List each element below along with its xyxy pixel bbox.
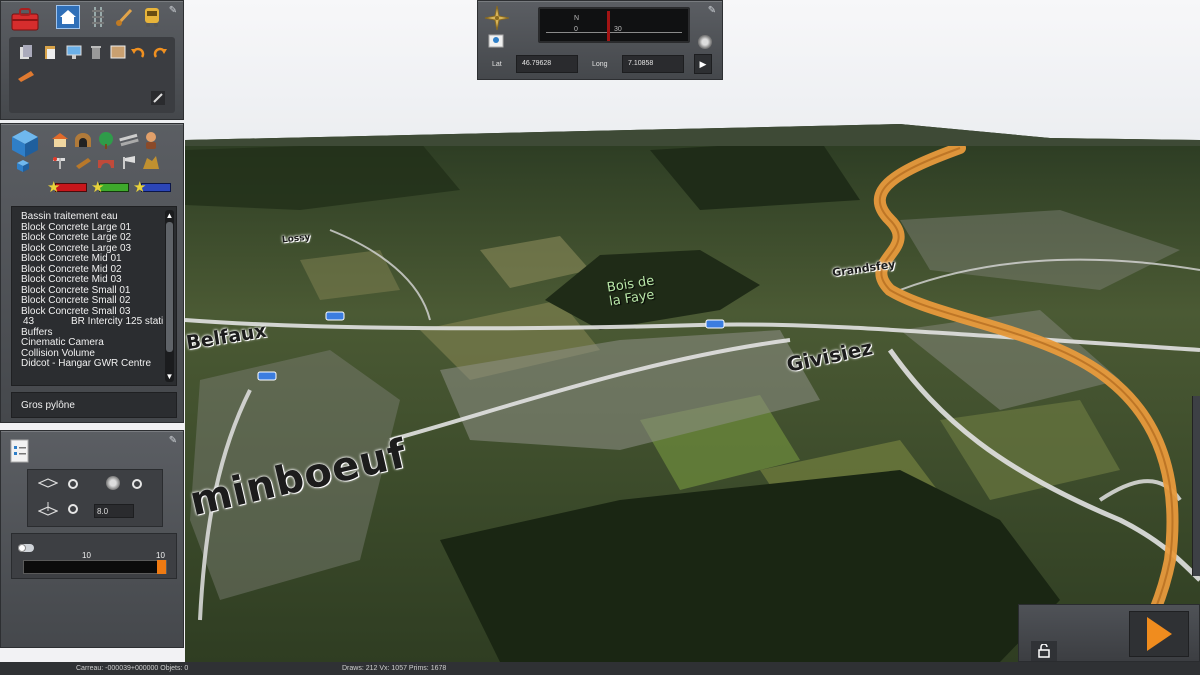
edit-tools-area [9,37,175,113]
toggle-icon[interactable] [18,544,34,552]
dial-thirty-label: 30 [614,26,622,33]
brush-icon[interactable] [114,6,136,28]
star-icon: ★ [91,179,105,196]
lat-label: Lat [492,61,502,68]
radio-height-offset[interactable] [68,504,78,514]
compass-dial: N 0 30 [538,7,690,43]
status-render-info: Draws: 212 Vx: 1057 Prims: 1678 [342,665,447,672]
tree-icon[interactable] [95,129,117,151]
density-slider[interactable] [23,560,167,574]
paste-icon[interactable] [39,41,61,63]
train-icon[interactable] [141,6,163,28]
lat-field[interactable]: 46.79628 [516,55,578,73]
undo-icon[interactable] [127,41,149,63]
scroll-up-icon[interactable]: ▲ [165,211,174,220]
brush-size-field[interactable] [94,504,134,518]
list-item[interactable]: 43 BR Intercity 125 stati [21,316,176,328]
surface-align-icon [37,478,59,488]
compass-needle [607,11,610,41]
selected-asset: Gros pylône [11,392,177,418]
tool-panel: ✎ [0,0,184,120]
placement-options [27,469,163,527]
scroll-thumb[interactable] [166,222,173,352]
pencil-icon[interactable] [147,87,169,109]
list-item[interactable]: Block Concrete Large 02 [21,232,176,244]
list-item-count: 43 [23,316,35,327]
list-item[interactable]: Block Concrete Small 02 [21,295,176,307]
person-icon[interactable] [140,129,162,151]
slider-handle[interactable] [157,560,166,574]
compass-panel: ✎ N 0 30 Lat 46.79628 Long 7.10858 ▶ [477,0,723,80]
unlock-icon [1038,644,1050,658]
track-icon[interactable] [87,6,109,28]
crossing-icon[interactable] [72,151,94,173]
dial-zero-label: 0 [574,26,578,33]
map-pin-icon[interactable] [486,31,506,51]
terrain-edge [185,124,1200,146]
asset-list[interactable]: Bassin traitement eau Block Concrete Lar… [11,206,177,386]
frame-icon[interactable] [107,41,129,63]
drive-panel [1018,604,1200,662]
drive-button[interactable] [1129,611,1189,657]
filter-blue[interactable]: ★ [133,179,171,196]
dial-north-label: N [574,15,580,22]
compass-rose-icon[interactable] [484,5,510,31]
star-icon: ★ [133,179,147,196]
list-item-label: BR Intercity 125 stati [71,316,164,327]
highway-sign [705,319,725,329]
rail-icon[interactable] [118,129,140,151]
list-item[interactable]: Block Concrete Mid 01 [21,253,176,265]
toolbox-icon[interactable] [9,5,41,33]
rotate-icon [106,476,120,490]
star-icon: ★ [47,179,61,196]
rock-icon[interactable] [140,151,162,173]
bridge-icon[interactable] [95,151,117,173]
status-tile-info: Carreau: -000039+000000 Objets: 0 [76,665,189,672]
trash-icon[interactable] [85,41,107,63]
settings-icon[interactable] [698,35,712,49]
building-icon[interactable] [49,129,71,151]
status-bar: Carreau: -000039+000000 Objets: 0 Draws:… [0,662,1200,675]
checklist-icon[interactable] [7,437,33,465]
go-to-location-button[interactable]: ▶ [694,54,712,74]
pin-icon[interactable]: ✎ [167,5,179,17]
cube-icon[interactable] [9,128,41,158]
filter-red[interactable]: ★ [47,179,87,196]
slider-min-label: 10 [82,551,91,560]
long-label: Long [592,61,608,68]
highway-sign [325,311,345,321]
scrollbar[interactable]: ▲ ▼ [165,210,174,382]
tunnel-icon[interactable] [72,129,94,151]
play-icon: ▶ [699,59,707,69]
scroll-down-icon[interactable]: ▼ [165,372,174,381]
home-icon[interactable] [56,5,80,29]
lock-button[interactable] [1031,641,1057,661]
list-item[interactable]: Cinematic Camera [21,337,176,349]
filter-green[interactable]: ★ [91,179,129,196]
list-item[interactable]: Block Concrete Mid 03 [21,274,176,286]
screen-icon[interactable] [63,41,85,63]
toggle-knob [18,544,26,552]
list-item[interactable]: Didcot - Hangar GWR Centre [21,358,176,370]
height-offset-icon [37,502,59,516]
small-cube-icon[interactable] [15,158,31,174]
signal-icon[interactable] [49,151,71,173]
placement-panel: ✎ 10 10 [0,430,184,648]
light-icon[interactable] [118,151,140,173]
play-arrow-icon [1147,617,1172,651]
radio-surface-align[interactable] [68,479,78,489]
asset-panel: ★ ★ ★ Bassin traitement eau Block Concre… [0,123,184,423]
ruler-icon[interactable] [15,65,37,87]
pin-icon[interactable]: ✎ [167,435,179,447]
redo-icon[interactable] [149,41,171,63]
long-field[interactable]: 7.10858 [622,55,684,73]
slider-max-label: 10 [156,551,165,560]
pin-icon[interactable]: ✎ [706,5,718,17]
list-item[interactable]: Bassin traitement eau [21,211,176,223]
highway-sign [257,371,277,381]
copy-icon[interactable] [15,41,37,63]
radio-rotate[interactable] [132,479,142,489]
side-handle[interactable] [1192,396,1200,576]
